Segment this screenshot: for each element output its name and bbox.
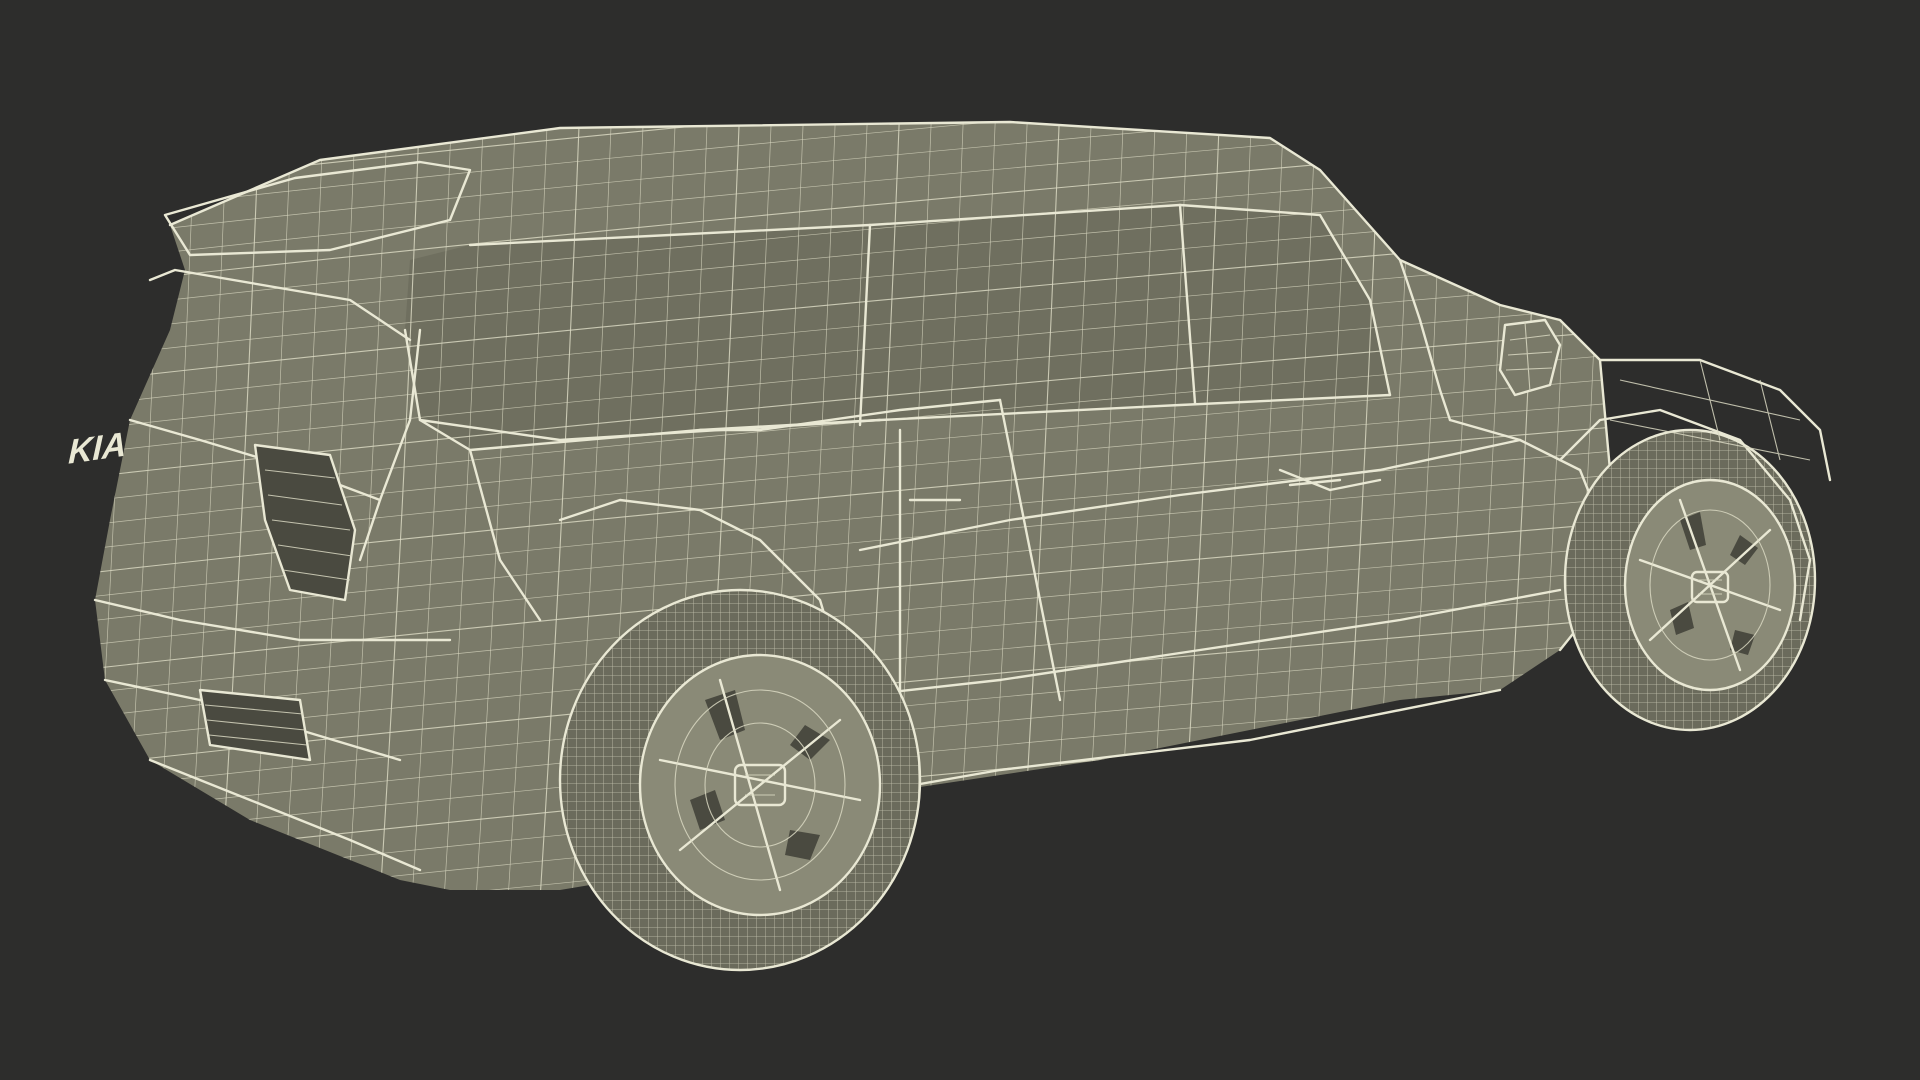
brand-badge: KIA	[68, 425, 127, 471]
side-mirror	[1498, 318, 1562, 397]
front-wheel	[1563, 428, 1817, 732]
rear-wheel	[558, 588, 922, 972]
render-viewport: KIA	[0, 0, 1920, 1080]
mesh-line-vertical	[95, 122, 101, 890]
wireframe-suv-render: KIA	[68, 120, 1832, 972]
